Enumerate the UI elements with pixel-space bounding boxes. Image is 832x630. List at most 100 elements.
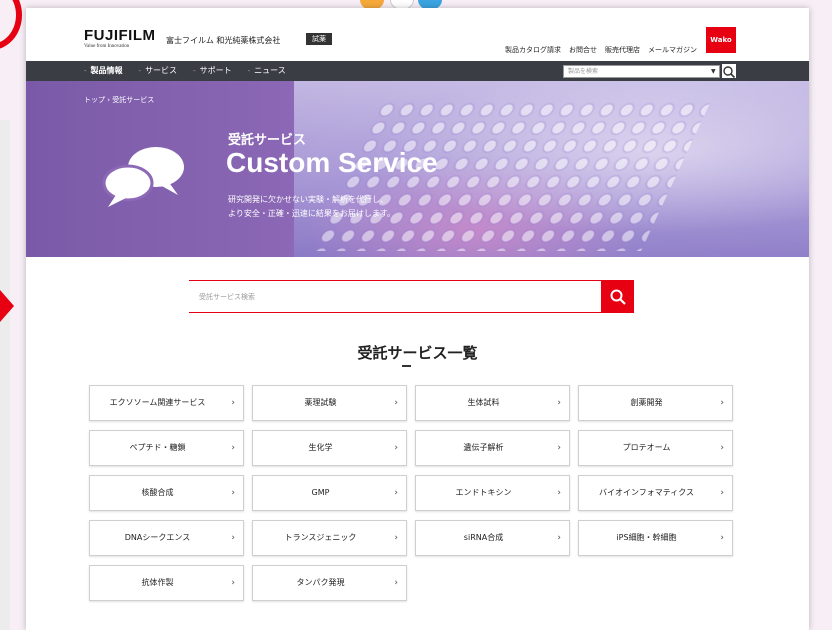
nav-item-products[interactable]: - 製品情報 <box>84 61 123 81</box>
service-card[interactable]: バイオインフォマティクス › <box>578 475 733 511</box>
chevron-right-icon: › <box>231 398 235 408</box>
hero-title-en: Custom Service <box>226 147 438 178</box>
service-card[interactable]: DNAシークエンス › <box>89 520 244 556</box>
service-card[interactable]: 抗体作製 › <box>89 565 244 601</box>
service-card-label: DNAシークエンス <box>124 533 191 542</box>
dropdown-arrow-icon[interactable]: ▼ <box>711 66 716 77</box>
service-card-label: プロテオーム <box>622 443 671 452</box>
service-card[interactable]: 生体試料 › <box>415 385 570 421</box>
service-grid: エクソソーム関連サービス › 薬理試験 › 生体試料 › 創薬開発 › ペプチド・糖鎖 ›… <box>89 385 735 601</box>
hero-title-jp: 受託サービス <box>228 133 307 148</box>
nav-item-label: ニュース <box>254 66 286 75</box>
service-card-label: 創薬開発 <box>630 398 663 407</box>
chevron-right-icon: › <box>231 488 235 498</box>
chevron-right-icon: › <box>557 443 561 453</box>
nav-item-label: サービス <box>145 66 178 75</box>
nav-items: - 製品情報 - サービス - サポート - ニュース <box>84 61 286 81</box>
chevron-right-icon: › <box>394 488 398 498</box>
title-underline <box>402 365 411 367</box>
chevron-right-icon: › <box>231 533 235 543</box>
service-card[interactable]: 核酸合成 › <box>89 475 244 511</box>
service-card-label: GMP <box>311 488 330 497</box>
chevron-right-icon: › <box>557 398 561 408</box>
service-card-label: バイオインフォマティクス <box>598 488 695 497</box>
fujifilm-logo[interactable]: FUJIFILM Value from Innovation <box>84 28 156 49</box>
nav-item-label: 製品情報 <box>90 66 123 75</box>
service-card-label: 遺伝子解析 <box>463 443 504 452</box>
breadcrumb[interactable]: トップ › 受託サービス <box>84 95 154 105</box>
service-list-title: 受託サービス一覧 <box>357 344 478 362</box>
service-card[interactable]: iPS細胞・幹細胞 › <box>578 520 733 556</box>
service-card[interactable]: トランスジェニック › <box>252 520 407 556</box>
service-card-label: ペプチド・糖鎖 <box>129 443 186 452</box>
service-card-label: iPS細胞・幹細胞 <box>616 533 677 542</box>
hero-banner: トップ › 受託サービス 受託サービス Custom Service 研究開発に… <box>26 81 809 257</box>
util-link-distributors[interactable]: 販売代理店 <box>605 45 640 55</box>
chevron-right-icon: › <box>720 533 724 543</box>
chevron-right-icon: › <box>394 443 398 453</box>
service-card[interactable]: 遺伝子解析 › <box>415 430 570 466</box>
product-search-field[interactable]: 製品を検索 ▼ <box>563 65 720 78</box>
nav-item-services[interactable]: - サービス <box>139 61 178 81</box>
service-card[interactable]: エンドトキシン › <box>415 475 570 511</box>
service-card-label: 抗体作製 <box>141 578 174 587</box>
reagent-badge: 試薬 <box>306 33 332 45</box>
service-card-label: トランスジェニック <box>284 533 357 542</box>
nav-item-support[interactable]: - サポート <box>193 61 232 81</box>
nav-bullet-icon: - <box>247 67 251 75</box>
service-card[interactable]: プロテオーム › <box>578 430 733 466</box>
service-card-label: 生体試料 <box>467 398 500 407</box>
service-card[interactable]: 創薬開発 › <box>578 385 733 421</box>
utility-links: 製品カタログ請求 お問合せ 販売代理店 メールマガジン <box>505 45 697 55</box>
service-card[interactable]: エクソソーム関連サービス › <box>89 385 244 421</box>
service-card[interactable]: GMP › <box>252 475 407 511</box>
logo-wordmark: FUJIFILM <box>84 27 156 44</box>
service-card[interactable]: siRNA合成 › <box>415 520 570 556</box>
background-panel <box>0 120 10 630</box>
service-card[interactable]: 薬理試験 › <box>252 385 407 421</box>
product-search-placeholder: 製品を検索 <box>568 68 599 75</box>
util-link-contact[interactable]: お問合せ <box>569 45 597 55</box>
service-card[interactable]: タンパク発現 › <box>252 565 407 601</box>
nav-bullet-icon: - <box>84 67 87 75</box>
search-icon[interactable] <box>722 64 736 79</box>
chat-bubbles-icon <box>100 139 188 209</box>
service-search-input[interactable] <box>199 281 599 312</box>
chevron-right-icon: › <box>720 398 724 408</box>
chevron-right-icon: › <box>231 443 235 453</box>
chevron-right-icon: › <box>557 488 561 498</box>
service-card-label: siRNA合成 <box>463 533 504 542</box>
chevron-right-icon: › <box>720 488 724 498</box>
chevron-right-icon: › <box>231 578 235 588</box>
service-card-label: タンパク発現 <box>296 578 345 587</box>
red-circle-annotation <box>0 0 22 50</box>
chevron-right-icon: › <box>394 533 398 543</box>
nav-item-news[interactable]: - ニュース <box>248 61 286 81</box>
nav-bullet-icon: - <box>138 67 142 75</box>
util-link-catalog[interactable]: 製品カタログ請求 <box>505 45 561 55</box>
util-link-newsletter[interactable]: メールマガジン <box>648 45 697 55</box>
red-arrow-annotation <box>0 290 14 322</box>
wako-logo[interactable]: Wako <box>706 27 736 53</box>
service-card-label: エンドトキシン <box>455 488 512 497</box>
chevron-right-icon: › <box>394 398 398 408</box>
search-icon[interactable] <box>601 280 634 313</box>
chevron-right-icon: › <box>720 443 724 453</box>
hero-desc-line: より安全・正確・迅速に結果をお届けします。 <box>228 209 396 218</box>
main-nav: - 製品情報 - サービス - サポート - ニュース 製品を検索 ▼ <box>26 61 809 81</box>
service-card-label: 生化学 <box>308 443 333 452</box>
service-card[interactable]: ペプチド・糖鎖 › <box>89 430 244 466</box>
nav-item-label: サポート <box>199 66 232 75</box>
chevron-right-icon: › <box>557 533 561 543</box>
service-search-bar <box>189 280 634 313</box>
service-card[interactable]: 生化学 › <box>252 430 407 466</box>
hero-description: 研究開発に欠かせない実験・解析を代行し、 より安全・正確・迅速に結果をお届けしま… <box>228 193 395 221</box>
browser-page: FUJIFILM Value from Innovation 富士フイルム 和光… <box>26 8 809 630</box>
hero-desc-line: 研究開発に欠かせない実験・解析を代行し、 <box>228 195 388 204</box>
logo-tagline: Value from Innovation <box>84 44 130 49</box>
service-card-label: エクソソーム関連サービス <box>109 398 206 407</box>
chevron-right-icon: › <box>394 578 398 588</box>
company-name: 富士フイルム 和光純薬株式会社 <box>166 36 281 45</box>
site-header: FUJIFILM Value from Innovation 富士フイルム 和光… <box>26 8 809 61</box>
service-card-label: 薬理試験 <box>304 398 337 407</box>
